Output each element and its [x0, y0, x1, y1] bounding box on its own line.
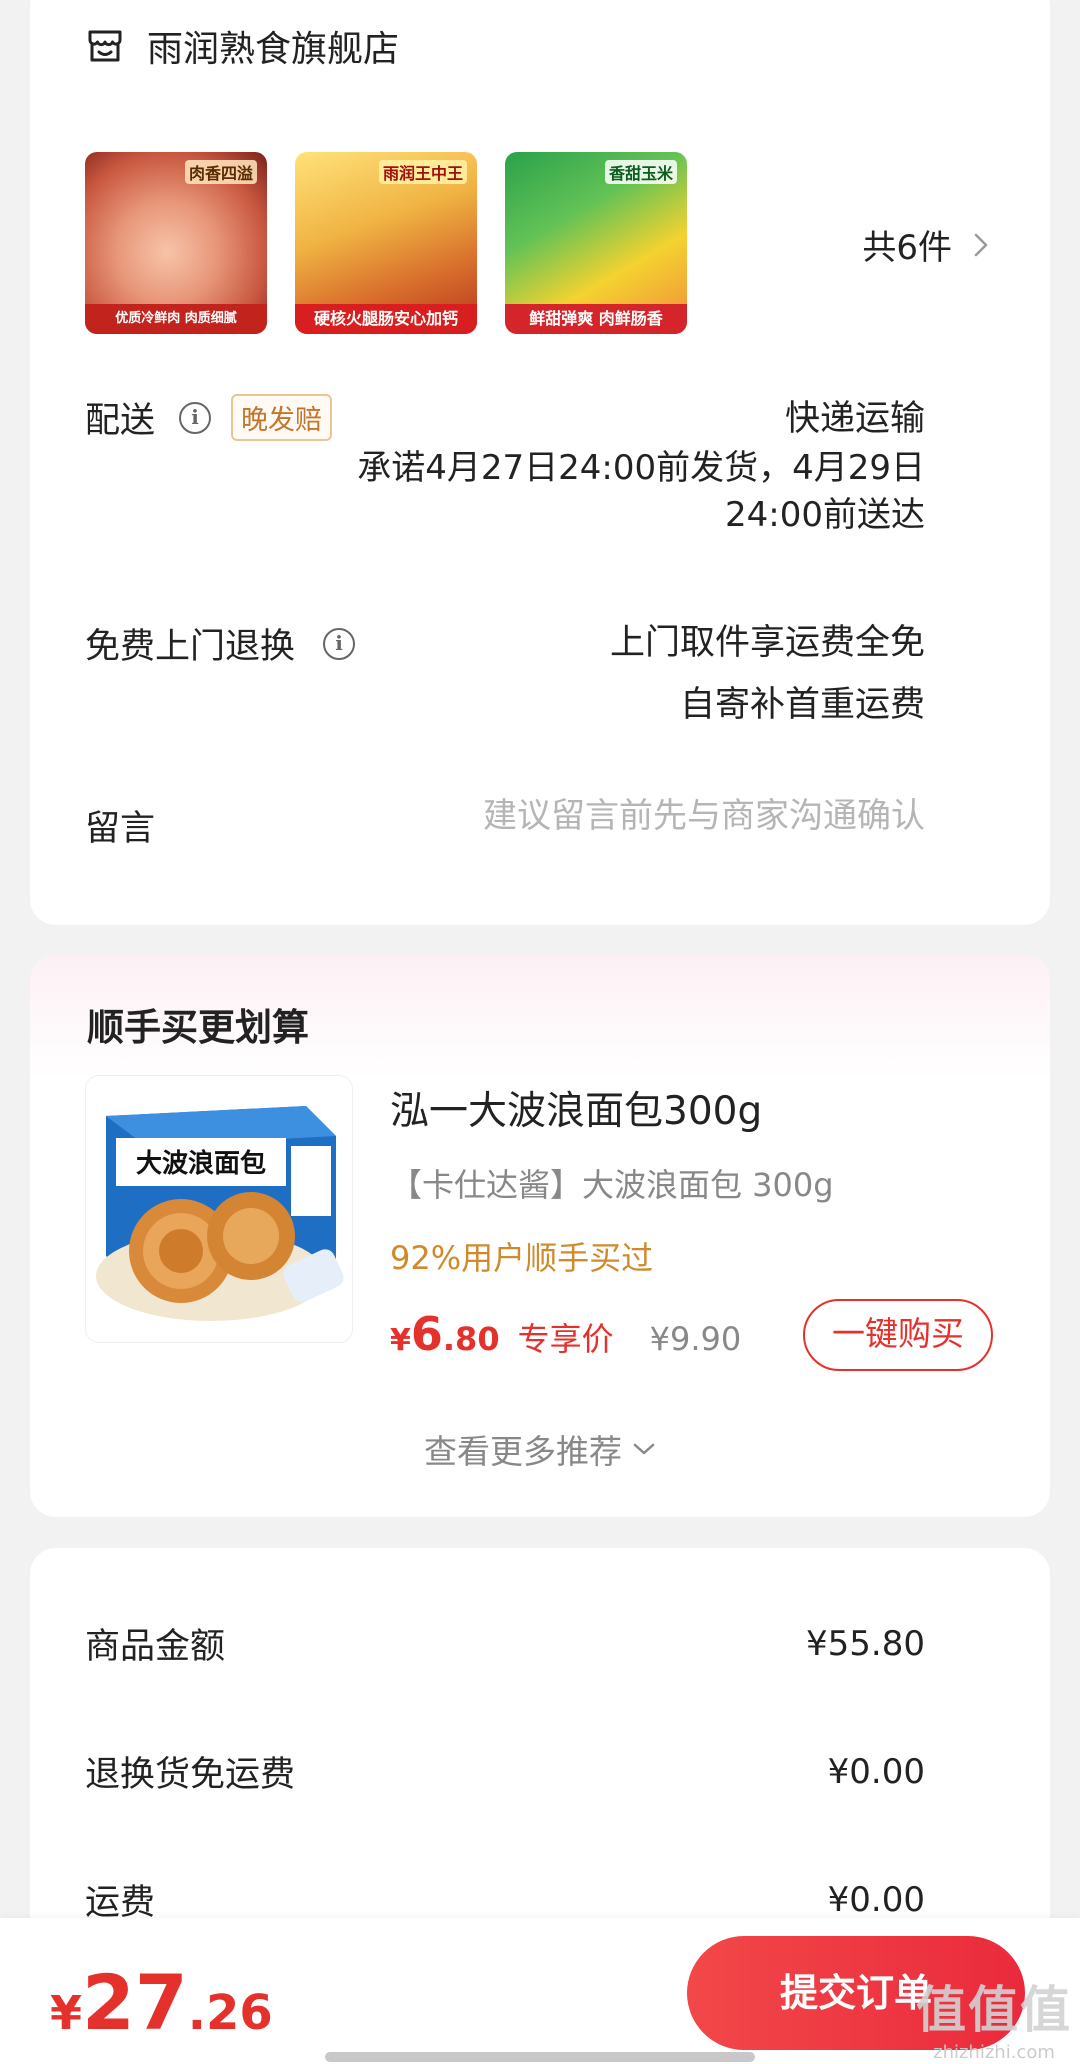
price-decimal: .80: [442, 1320, 500, 1358]
watermark-url: zhizhizhi.com: [933, 2042, 1055, 2063]
store-name: 雨润熟食旗舰店: [147, 29, 400, 70]
recommend-product-image[interactable]: 大波浪面包: [85, 1075, 353, 1343]
thumb-top-label: 香甜玉米: [604, 160, 677, 184]
one-click-buy-button[interactable]: 一键购买: [803, 1299, 993, 1371]
thumb-top-label: 肉香四溢: [184, 160, 257, 184]
note-label: 留言: [85, 809, 156, 849]
info-icon[interactable]: i: [179, 401, 212, 434]
recommend-price: ¥6.80: [390, 1307, 500, 1361]
price-symbol: ¥: [390, 1323, 411, 1358]
thumb-top-label: 雨润王中王: [378, 160, 467, 184]
thumb-caption: 鲜甜弹爽 肉鲜肠香: [505, 304, 687, 334]
delivery-label: 配送: [85, 401, 156, 441]
home-indicator[interactable]: [325, 2052, 755, 2062]
chevron-right-icon: [974, 233, 988, 256]
delivery-method: 快递运输: [784, 399, 925, 439]
see-more-label: 查看更多推荐: [424, 1432, 622, 1471]
recommend-product-spec: 【卡仕达酱】大波浪面包 300g: [390, 1166, 834, 1204]
recommend-product-name[interactable]: 泓一大波浪面包300g: [390, 1080, 762, 1136]
delivery-promise: 承诺4月27日24:00前发货，4月29日24:00前送达: [357, 448, 925, 535]
recommend-card: 顺手买更划算 大波浪面包 泓一大波浪面包300g 【卡仕达酱】大波浪面包 300…: [30, 955, 1050, 1517]
store-header[interactable]: 雨润熟食旗舰店: [85, 20, 399, 72]
original-price: ¥9.90: [649, 1320, 742, 1358]
items-count: 共6件: [862, 228, 952, 268]
note-label-wrap: 留言: [85, 800, 155, 851]
amount-label: 退换货免运费: [85, 1755, 296, 1795]
return-info: 上门取件享运费全免 自寄补首重运费: [610, 612, 925, 736]
product-thumbnails[interactable]: 肉香四溢 优质冷鲜肉 肉质细腻 雨润王中王 硬核火腿肠安心加钙 香甜玉米 鲜甜弹…: [85, 152, 715, 334]
store-icon: [88, 30, 122, 62]
amount-value: ¥55.80: [806, 1623, 925, 1664]
return-line-2: 自寄补首重运费: [679, 685, 925, 725]
amount-label: 商品金额: [85, 1627, 226, 1667]
total-integer: 27: [82, 1958, 188, 2047]
amount-value: ¥0.00: [827, 1879, 925, 1920]
return-line-1: 上门取件享运费全免: [609, 623, 925, 663]
items-count-link[interactable]: 共6件: [862, 220, 988, 269]
watermark-logo: 值值值: [916, 1981, 1072, 2039]
product-thumb-1[interactable]: 肉香四溢 优质冷鲜肉 肉质细腻: [85, 152, 267, 334]
delivery-label-row: 配送 i 晚发赔: [85, 392, 333, 443]
watermark: 值值值 zhizhizhi.com: [916, 1970, 1072, 2063]
total-decimal: .26: [187, 1985, 273, 2041]
recommend-title: 顺手买更划算: [87, 1006, 309, 1049]
recommend-social-proof: 92%用户顺手买过: [390, 1239, 654, 1277]
see-more-recommend[interactable]: 查看更多推荐: [30, 1425, 1050, 1473]
product-thumb-3[interactable]: 香甜玉米 鲜甜弹爽 肉鲜肠香: [505, 152, 687, 334]
return-label: 免费上门退换: [85, 627, 296, 667]
exclusive-price-label: 专享价: [517, 1320, 614, 1358]
amount-row-goods: 商品金额 ¥55.80: [85, 1618, 925, 1669]
bread-box-text: 大波浪面包: [136, 1148, 266, 1179]
amount-value: ¥0.00: [827, 1751, 925, 1792]
thumb-caption: 硬核火腿肠安心加钙: [295, 304, 477, 334]
info-icon[interactable]: i: [323, 627, 356, 660]
total-symbol: ¥: [50, 1986, 83, 2040]
recommend-price-row: ¥6.80 专享价 ¥9.90: [390, 1307, 741, 1361]
total-price: ¥27.26: [50, 1958, 273, 2047]
note-input[interactable]: [365, 796, 925, 836]
thumb-caption: 优质冷鲜肉 肉质细腻: [85, 304, 267, 334]
product-thumb-2[interactable]: 雨润王中王 硬核火腿肠安心加钙: [295, 152, 477, 334]
delivery-info: 快递运输 承诺4月27日24:00前发货，4月29日24:00前送达: [305, 390, 925, 539]
order-confirm-page: 雨润熟食旗舰店 肉香四溢 优质冷鲜肉 肉质细腻 雨润王中王 硬核火腿肠安心加钙 …: [0, 0, 1080, 2064]
return-label-row: 免费上门退换 i: [85, 618, 356, 669]
amount-row-return-shipping: 退换货免运费 ¥0.00: [85, 1746, 925, 1797]
bread-box-image: 大波浪面包: [86, 1076, 352, 1342]
price-integer: 6: [410, 1307, 443, 1361]
store-card: 雨润熟食旗舰店 肉香四溢 优质冷鲜肉 肉质细腻 雨润王中王 硬核火腿肠安心加钙 …: [30, 0, 1050, 925]
chevron-down-icon: [633, 1443, 655, 1455]
